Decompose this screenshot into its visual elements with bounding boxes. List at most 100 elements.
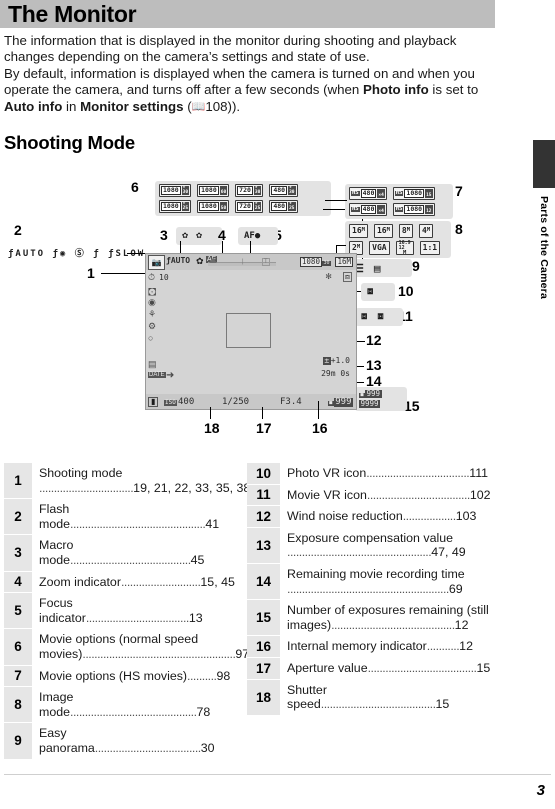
legend-number: 1 [4, 463, 32, 499]
legend-pages: 102 [469, 487, 491, 502]
movie-option-1080-60-icon: 1080 60 [197, 184, 230, 197]
monitor-self-timer-icon: ⏱ [148, 272, 156, 282]
legend-number: 9 [4, 723, 32, 759]
monitor-aperture-value: F3.4 [280, 397, 302, 407]
legend-leader: .......... [187, 668, 217, 683]
table-row: 2 Flash mode............................… [4, 499, 237, 536]
table-row: 11 Movie VR icon........................… [247, 484, 492, 507]
legend-leader: ........................................… [82, 646, 236, 661]
flash-mode-icons: ƒAUTO ƒ◉ Ⓢ ƒ ƒSLOW [8, 246, 145, 259]
focus-indicator-group: AF● [238, 227, 278, 245]
legend-label: Flash mode [39, 502, 70, 531]
legend-pages: 15 [476, 660, 491, 675]
legend-entry: Wind noise reduction..................10… [280, 506, 492, 527]
callout-8: 8 [455, 221, 463, 237]
legend-leader: ........................................… [331, 617, 455, 632]
callout-4: 4 [218, 227, 226, 243]
legend-entry: Number of exposures remaining (still ima… [280, 600, 492, 635]
callout-18: 18 [204, 420, 220, 436]
legend-leader: ........................... [120, 574, 201, 589]
movie-option-720-25-icon: 720 ★ 25 [235, 200, 264, 213]
table-row: 13 Exposure compensation value..........… [247, 527, 492, 564]
legend-pages: 15 [435, 697, 450, 712]
legend-leader: ........................................… [70, 704, 197, 719]
table-row: 14 Remaining movie recording time.......… [247, 563, 492, 601]
legend-leader: ........................................… [70, 516, 206, 531]
movie-options-normal-group: 1080 ★ 30 1080 60 720 ★ 30 480 ★ 30 1080 ★ 25 10… [155, 181, 331, 216]
table-row: 3 Macro mode............................… [4, 535, 237, 572]
legend-leader: ........................................… [287, 545, 432, 560]
leader-16-v [318, 401, 319, 419]
movie-options-hs-group: HS 480 ×4 HS 1080 15 HS 480 ×4 HS 1080 12 [345, 184, 453, 219]
monitor-movie-time: 29m 0s [321, 369, 350, 378]
intro-line-5c: in [62, 98, 81, 114]
intro-paragraph: The information that is displayed in the… [4, 33, 494, 116]
monitor-iso-sensitivity-icon: ◉ [148, 297, 156, 307]
legend-leader: ................................... [366, 487, 471, 502]
legend-label: Movie options (HS movies) [39, 668, 188, 683]
leader-3-v [180, 241, 181, 253]
legend-label: Focus indicator [39, 596, 86, 625]
zoom-tele-tick: T [262, 258, 270, 266]
easy-panorama-wide-icon: ▤ [373, 261, 381, 275]
legend-entry: Exposure compensation value.............… [280, 528, 492, 563]
intro-line-5f: 108)). [205, 98, 241, 114]
shooting-mode-diagram: 6 1080 ★ 30 1080 60 720 ★ 30 480 ★ 30 1080 ★ 25 … [0, 175, 500, 445]
intro-line-3: By default, information is displayed whe… [4, 65, 450, 81]
legend-table-right: 10 Photo VR icon........................… [247, 463, 492, 716]
legend-entry: Internal memory indicator...........12 [280, 636, 492, 657]
image-mode-16x9-12m-icon: 16:9 12 M [395, 240, 414, 255]
movie-option-hs-1080-12-icon: HS 1080 12 [392, 203, 435, 216]
legend-number: 3 [4, 535, 32, 571]
movie-option-720-30-icon: 720 ★ 30 [235, 184, 264, 197]
legend-label: Wind noise reduction [287, 509, 403, 524]
legend-pages: 111 [469, 466, 489, 480]
monitor-wind-noise-icon: ✻ [325, 272, 332, 281]
legend-number: 6 [4, 629, 32, 665]
legend-label: Zoom indicator [39, 574, 121, 589]
side-tab-block [533, 140, 555, 188]
monitor-movie-option-badge: 1080 30 [299, 257, 331, 267]
monitor-image-mode-badge: 16M [335, 257, 353, 267]
callout-7: 7 [455, 183, 463, 199]
image-mode-4m-icon: 4M [419, 224, 434, 238]
intro-line-2: changes depending on the camera’s settin… [4, 49, 370, 65]
legend-number: 14 [247, 563, 280, 600]
legend-label: Remaining movie recording time [287, 566, 465, 581]
zoom-wide-tick: | [242, 259, 244, 265]
monitor-color-options-icon: ○ [148, 333, 154, 343]
monitor-macro-icon: ✿ [196, 256, 204, 266]
movie-option-hs-480-x4-icon: HS 480 ×4 [349, 187, 387, 200]
monitor-iso-value: 400 [178, 397, 195, 407]
legend-label: Internal memory indicator [287, 639, 427, 654]
monitor-white-balance-icon: ⚙ [148, 321, 157, 331]
legend-entry: Aperture value..........................… [280, 658, 492, 679]
legend-leader: ........................................… [287, 581, 449, 596]
legend-entry: Macro mode..............................… [32, 535, 237, 570]
legend-number: 11 [247, 484, 280, 506]
legend-entry: Photo VR icon...........................… [280, 463, 492, 484]
legend-label: Shooting mode [39, 466, 123, 480]
legend-entry: Movie options (normal speed movies).....… [32, 629, 250, 664]
monitor-ae-af-lock-icon: ⚘ [148, 309, 157, 319]
monitor-metering-icon: ▤ [148, 359, 157, 369]
legend-leader: .................. [402, 509, 456, 524]
legend-table-left: 1 Shooting mode.........................… [4, 463, 250, 760]
table-row: 10 Photo VR icon........................… [247, 463, 492, 485]
table-row: 16 Internal memory indicator...........1… [247, 636, 492, 658]
callout-16: 16 [312, 420, 328, 436]
page-number: 3 [536, 782, 545, 799]
legend-label: Image mode [39, 690, 74, 719]
legend-pages: 13 [188, 610, 203, 625]
intro-line-4c: is [428, 82, 443, 98]
legend-number: 15 [247, 600, 280, 636]
callout-3: 3 [160, 227, 168, 243]
monitor-iso-label: ISO [164, 399, 177, 406]
legend-entry: Shutter speed...........................… [280, 680, 492, 715]
intro-monitor-settings-bold: Monitor settings [80, 98, 184, 114]
page-title: The Monitor [8, 1, 137, 27]
side-tab-label: Parts of the Camera [538, 196, 550, 300]
legend-pages: 47, 49 [431, 545, 466, 560]
movie-vr-on-icon: ⧈ [361, 311, 368, 322]
legend-entry: Movie VR icon...........................… [280, 485, 492, 506]
